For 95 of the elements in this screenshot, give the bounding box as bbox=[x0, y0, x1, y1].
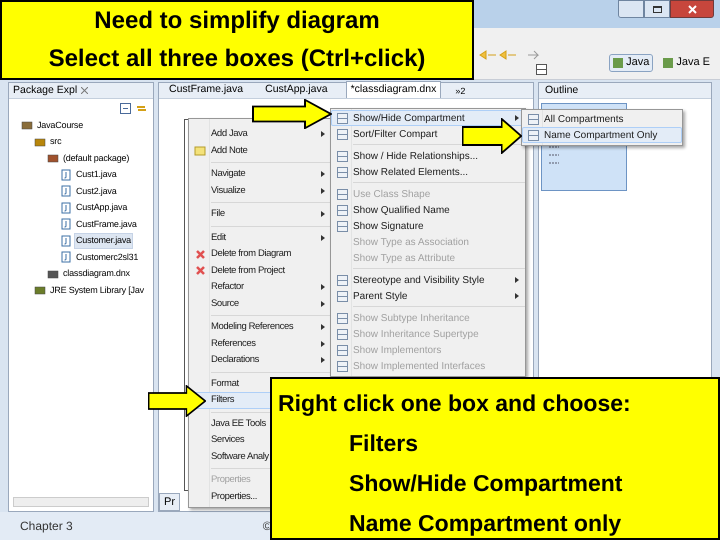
panel-tab[interactable]: Outline bbox=[545, 82, 578, 98]
delete-icon bbox=[194, 248, 206, 260]
perspective-button[interactable]: Java bbox=[609, 54, 654, 72]
file-icon bbox=[60, 234, 72, 247]
toolbar-icon bbox=[536, 64, 547, 75]
menu-item[interactable]: Visualize bbox=[189, 182, 331, 199]
menu-item[interactable]: Delete from Diagram bbox=[189, 246, 331, 262]
collapse-all-icon[interactable] bbox=[120, 102, 131, 114]
tree-item[interactable]: Customerc2sl31 bbox=[74, 250, 140, 265]
footer-text: Chapter 3 bbox=[20, 518, 73, 535]
callout-arrow bbox=[148, 385, 206, 417]
menu-item-icon bbox=[336, 188, 348, 200]
menu-item-icon bbox=[336, 312, 348, 324]
menu-item[interactable]: References bbox=[189, 336, 331, 352]
menu-item[interactable]: Add Java bbox=[189, 126, 331, 142]
callout-text: Select all three boxes (Ctrl+click) bbox=[48, 44, 426, 74]
tree-item[interactable]: JavaCourse bbox=[35, 118, 86, 133]
submenu-arrow-icon bbox=[321, 188, 325, 194]
menu-item[interactable]: All Compartments bbox=[522, 111, 682, 127]
perspective-button[interactable]: Java E bbox=[659, 54, 714, 72]
tree-item[interactable]: src bbox=[48, 134, 64, 150]
submenu-arrow-icon bbox=[321, 131, 325, 138]
menu-item-icon bbox=[336, 112, 348, 124]
folder-icon bbox=[34, 136, 46, 148]
close-icon bbox=[688, 4, 696, 14]
menu-item-icon bbox=[336, 274, 348, 286]
submenu-arrow-icon bbox=[515, 293, 519, 299]
note-icon bbox=[194, 144, 206, 157]
library-icon bbox=[34, 284, 46, 296]
menu-item[interactable]: Show Qualified Name bbox=[331, 202, 525, 218]
maximize-button[interactable] bbox=[644, 0, 670, 18]
menu-item[interactable]: Navigate bbox=[189, 166, 331, 182]
menu-item[interactable]: Stereotype and Visibility Style bbox=[331, 272, 525, 288]
menu-item-icon bbox=[336, 150, 348, 162]
submenu-arrow-icon bbox=[321, 171, 325, 178]
menu-item[interactable]: Refactor bbox=[189, 279, 331, 296]
menu-item[interactable]: Source bbox=[189, 296, 331, 312]
editor-tab[interactable]: *classdiagram.dnx bbox=[346, 81, 442, 98]
menu-item[interactable]: File bbox=[189, 206, 331, 222]
file-icon bbox=[60, 185, 72, 198]
editor-tab[interactable]: CustFrame.java bbox=[165, 82, 248, 98]
close-icon[interactable] bbox=[81, 87, 88, 94]
view-tab[interactable]: Pr bbox=[159, 492, 180, 511]
menu-item-icon bbox=[336, 290, 348, 302]
diagram-file-icon bbox=[47, 268, 59, 280]
file-icon bbox=[60, 251, 72, 264]
tree-item[interactable]: Cust1.java bbox=[74, 167, 119, 182]
callout-step: Filters bbox=[272, 423, 718, 463]
tree-item[interactable]: JRE System Library [Jav bbox=[48, 282, 146, 298]
menu-item[interactable]: Declarations bbox=[189, 352, 331, 368]
menu-item-icon bbox=[336, 220, 348, 232]
folder-icon bbox=[21, 119, 33, 132]
menu-item[interactable]: Name Compartment Only bbox=[522, 127, 682, 143]
menu-item[interactable]: Edit bbox=[189, 230, 331, 246]
menu-item[interactable]: Show Signature bbox=[331, 218, 525, 234]
menu-item-icon bbox=[336, 344, 348, 356]
menu-item[interactable]: Add Note bbox=[189, 142, 331, 159]
file-icon bbox=[60, 168, 72, 181]
menu-item-icon bbox=[528, 130, 538, 140]
menu-item-icon bbox=[336, 204, 348, 216]
menu-item-icon bbox=[528, 114, 538, 124]
submenu-arrow-icon bbox=[321, 211, 325, 218]
tree-item[interactable]: Customer.java bbox=[74, 233, 133, 248]
submenu-arrow-icon bbox=[321, 357, 325, 364]
tree-item[interactable]: Cust2.java bbox=[74, 184, 119, 199]
menu-item-icon bbox=[336, 360, 348, 372]
menu-item-icon bbox=[336, 166, 348, 178]
callout-text: Need to simplify diagram bbox=[94, 6, 380, 36]
file-icon bbox=[60, 218, 72, 230]
tree-item[interactable]: classdiagram.dnx bbox=[61, 266, 132, 282]
menu-item[interactable]: Show Related Elements... bbox=[331, 164, 525, 180]
submenu-arrow-icon bbox=[321, 300, 325, 307]
package-icon bbox=[47, 152, 59, 164]
horizontal-scrollbar[interactable] bbox=[13, 497, 149, 507]
tree-item[interactable]: CustApp.java bbox=[74, 200, 130, 216]
callout-step: Name Compartment only bbox=[272, 503, 718, 540]
file-icon bbox=[60, 202, 72, 214]
menu-item[interactable]: Show / Hide Relationships... bbox=[331, 148, 525, 164]
menu-item[interactable]: Delete from Project bbox=[189, 262, 331, 279]
callout-step: Show/Hide Compartment bbox=[272, 463, 718, 503]
close-button[interactable] bbox=[670, 0, 714, 18]
menu-item-icon bbox=[336, 328, 348, 340]
delete-icon bbox=[194, 265, 206, 276]
submenu-arrow-icon bbox=[321, 324, 325, 330]
tree-item[interactable]: CustFrame.java bbox=[74, 216, 139, 232]
submenu-arrow-icon bbox=[321, 284, 325, 290]
tree-item[interactable]: (default package) bbox=[61, 150, 132, 166]
menu-item[interactable]: Modeling References bbox=[189, 319, 331, 336]
editor-tab[interactable]: CustApp.java bbox=[261, 82, 332, 98]
submenu-arrow-icon bbox=[321, 234, 325, 241]
submenu-arrow-icon bbox=[515, 277, 519, 283]
menu-item[interactable]: Parent Style bbox=[331, 288, 525, 304]
menu-item-icon bbox=[336, 128, 348, 140]
more-tabs[interactable]: »2 bbox=[455, 84, 466, 98]
submenu-arrow-icon bbox=[321, 340, 325, 347]
